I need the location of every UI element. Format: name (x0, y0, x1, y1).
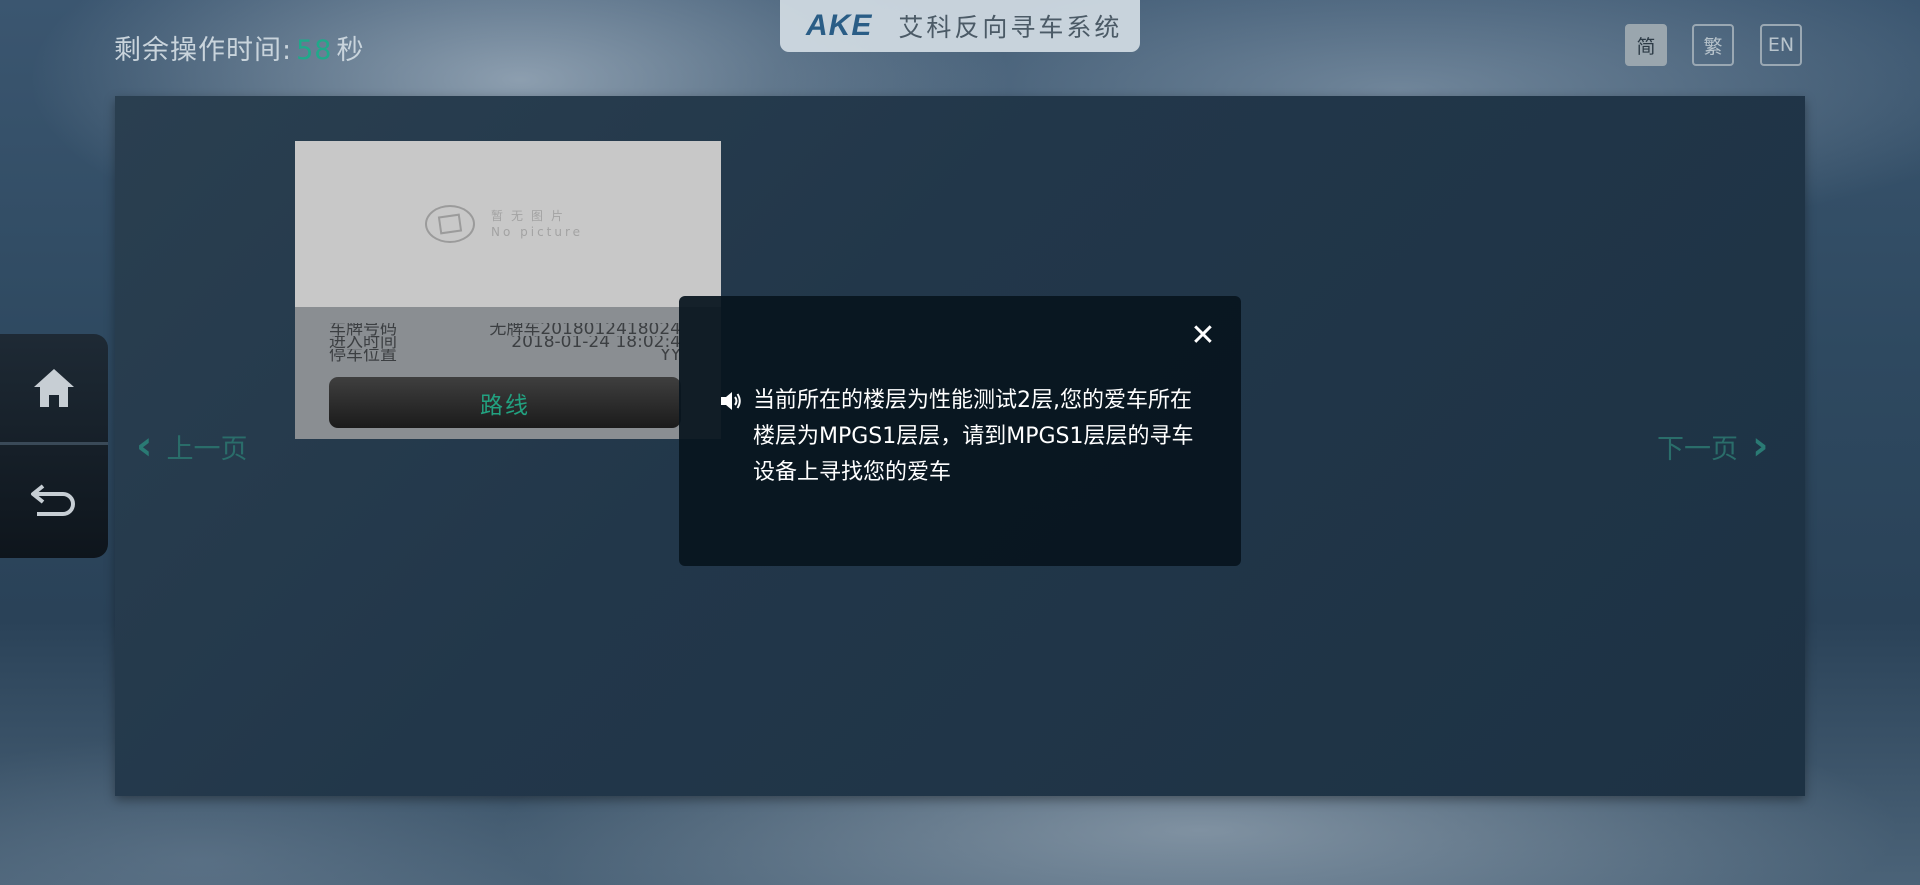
route-button[interactable]: 路线 (329, 377, 681, 428)
entry-time-label: 进入时间 (329, 336, 397, 349)
lang-simplified-button[interactable]: 简 (1625, 24, 1667, 66)
info-row-entry-time: 进入时间 2018-01-24 18:02:4 (329, 336, 681, 349)
location-value: YY (660, 349, 681, 362)
info-row-plate: 车牌号码 无牌车2018012418024 (329, 323, 681, 336)
location-label: 停车位置 (329, 349, 397, 362)
plate-value: 无牌车2018012418024 (489, 323, 681, 336)
home-button[interactable] (0, 334, 108, 442)
home-icon (34, 369, 74, 407)
lang-traditional-button[interactable]: 繁 (1692, 24, 1734, 66)
vehicle-info: 车牌号码 无牌车2018012418024 进入时间 2018-01-24 18… (329, 323, 681, 362)
side-nav (0, 334, 108, 558)
next-page-label: 下一页 (1657, 433, 1738, 465)
vehicle-card[interactable]: 暂无图片 No picture 车牌号码 无牌车2018012418024 进入… (295, 141, 721, 439)
message-dialog: ✕ 当前所在的楼层为性能测试2层,您的爱车所在楼层为MPGS1层层，请到MPGS… (679, 296, 1241, 566)
timer-seconds: 58 (296, 35, 333, 66)
prev-page-label: 上一页 (166, 433, 248, 465)
vehicle-photo: 暂无图片 No picture (295, 141, 721, 307)
plate-label: 车牌号码 (329, 323, 397, 336)
dialog-message: 当前所在的楼层为性能测试2层,您的爱车所在楼层为MPGS1层层，请到MPGS1层… (753, 388, 1194, 485)
countdown-timer: 剩余操作时间: 58 秒 (114, 28, 364, 67)
entry-time-value: 2018-01-24 18:02:4 (511, 336, 681, 349)
back-button[interactable] (0, 445, 108, 553)
chevron-left-icon: ‹ (136, 423, 153, 469)
lang-english-button[interactable]: EN (1760, 24, 1802, 66)
close-icon[interactable]: ✕ (1188, 318, 1218, 353)
brand-name: 艾科反向寻车系统 (898, 13, 1123, 42)
timer-label: 剩余操作时间: (114, 35, 293, 66)
brand-logo: AKE (806, 9, 873, 42)
prev-page-button[interactable]: ‹ 上一页 (136, 423, 247, 469)
no-picture-icon (425, 205, 475, 243)
speaker-icon[interactable] (719, 390, 743, 412)
chevron-right-icon: › (1752, 423, 1769, 469)
brand-banner: AKE 艾科反向寻车系统 (780, 0, 1140, 52)
timer-unit: 秒 (336, 35, 365, 66)
back-icon (31, 484, 75, 516)
next-page-button[interactable]: 下一页 › (1657, 423, 1768, 469)
no-picture-text-cn: 暂无图片 (491, 209, 572, 223)
info-row-location: 停车位置 YY (329, 349, 681, 362)
no-picture-text-en: No picture (491, 225, 584, 239)
